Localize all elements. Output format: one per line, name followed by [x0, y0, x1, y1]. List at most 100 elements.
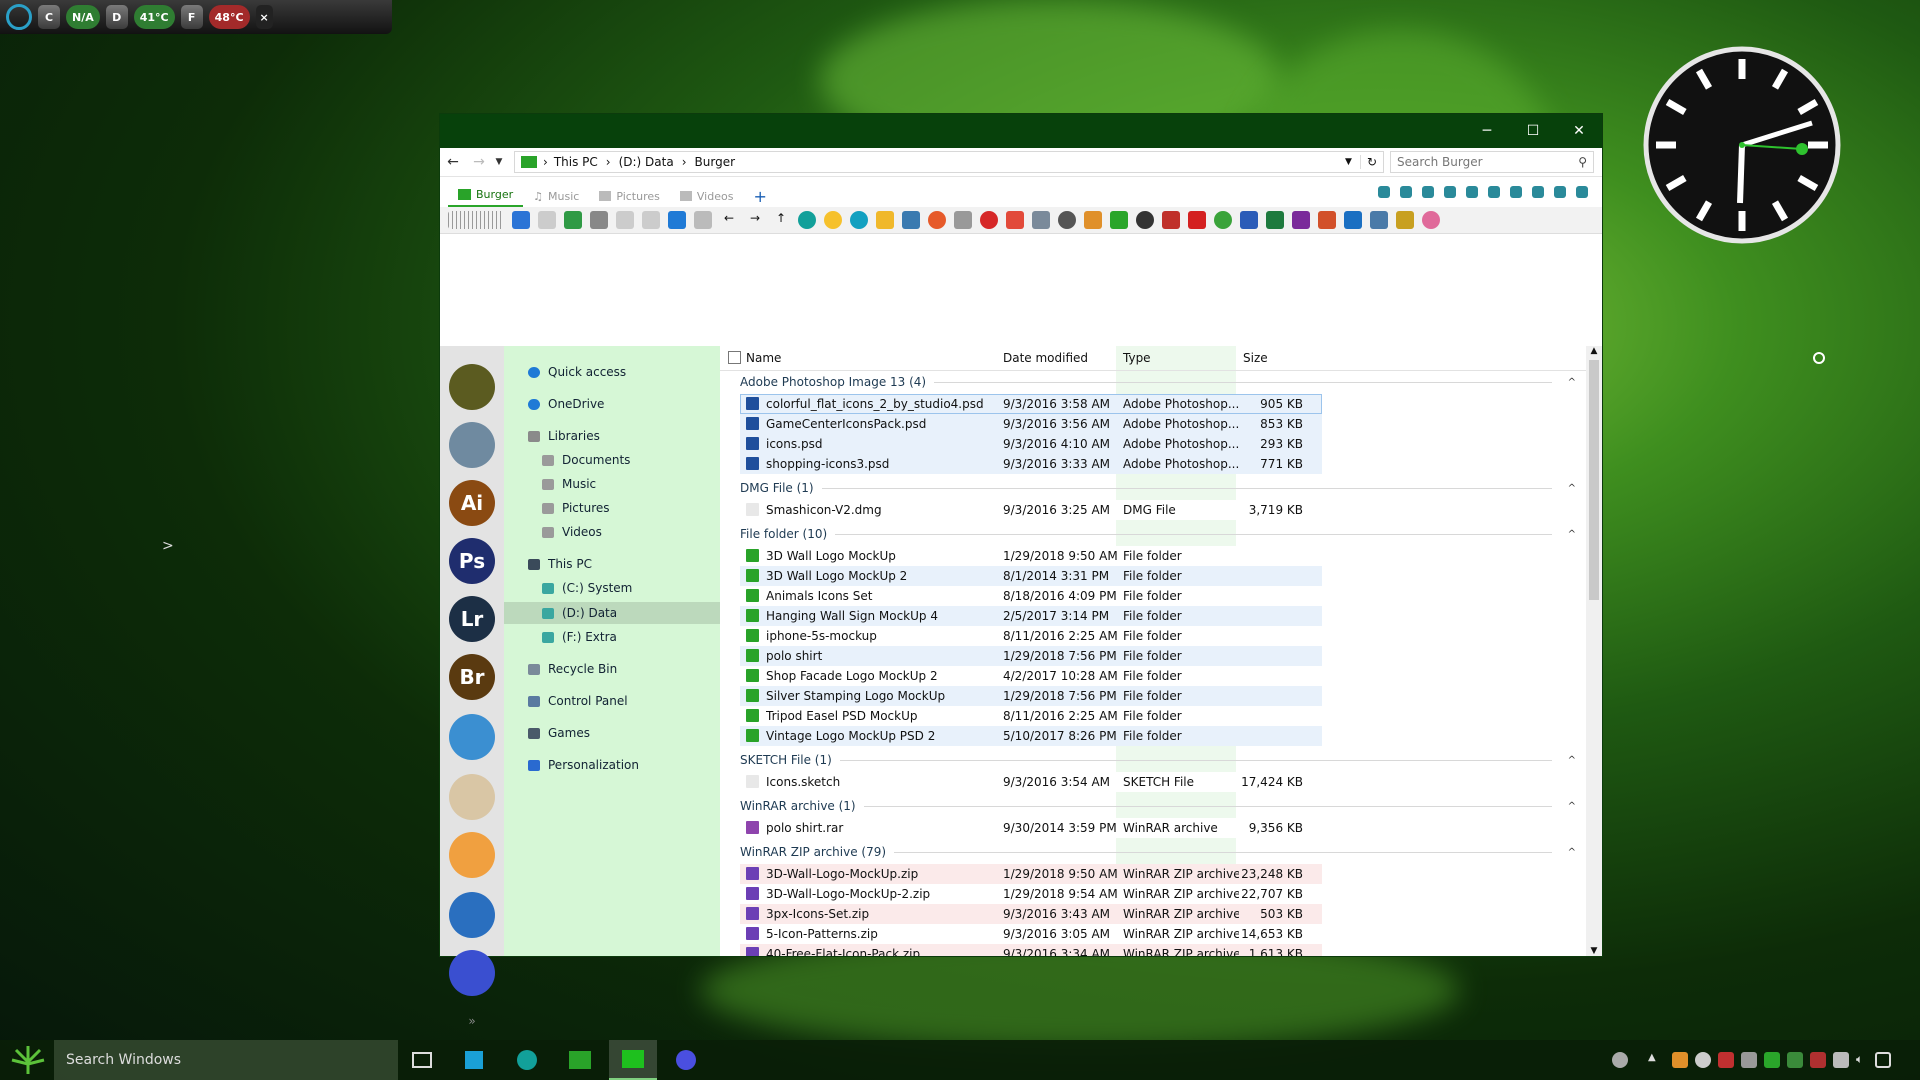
- find-tool-icon[interactable]: [1084, 211, 1102, 229]
- record-tool-icon[interactable]: [1188, 211, 1206, 229]
- sync-icon[interactable]: [798, 211, 816, 229]
- collapse-group-icon[interactable]: ^: [1568, 847, 1576, 858]
- maximize-button[interactable]: ☐: [1510, 114, 1556, 148]
- nav-onedrive[interactable]: OneDrive: [528, 394, 604, 414]
- swirl-app-icon[interactable]: [449, 364, 495, 410]
- clock-tool-icon[interactable]: [1058, 211, 1076, 229]
- search-box[interactable]: Search Burger ⚲: [1390, 151, 1594, 173]
- file-row[interactable]: 3D Wall Logo MockUp 1/29/2018 9:50 AM File…: [740, 546, 1322, 566]
- back-arrow-icon[interactable]: ←: [440, 154, 466, 170]
- gimp-app-icon[interactable]: [449, 832, 495, 878]
- tray-flag-icon[interactable]: [1718, 1052, 1734, 1068]
- tab-tool-icon[interactable]: [1422, 186, 1434, 198]
- collapse-group-icon[interactable]: ^: [1568, 483, 1576, 494]
- tab-music[interactable]: ♫ Music: [523, 185, 589, 207]
- file-row[interactable]: Hanging Wall Sign MockUp 4 2/5/2017 3:14 …: [740, 606, 1322, 626]
- share-icon[interactable]: [668, 211, 686, 229]
- nav-recycle-bin[interactable]: Recycle Bin: [528, 659, 617, 679]
- filter-icon[interactable]: [902, 211, 920, 229]
- column-date-modified[interactable]: Date modified: [1003, 351, 1088, 365]
- file-row[interactable]: shopping-icons3.psd 9/3/2016 3:33 AM Adobe…: [740, 454, 1322, 474]
- file-row[interactable]: Smashicon-V2.dmg 9/3/2016 3:25 AM DMG File…: [740, 500, 1322, 520]
- firefox-icon[interactable]: [449, 950, 495, 996]
- file-row[interactable]: polo shirt 1/29/2018 7:56 PM File folder: [740, 646, 1322, 666]
- tab-tool-icon[interactable]: [1400, 186, 1412, 198]
- powerpoint-icon[interactable]: [1318, 211, 1336, 229]
- smiley-icon[interactable]: [824, 211, 842, 229]
- onedrive-tray-icon[interactable]: [1695, 1052, 1711, 1068]
- disc-tool-icon[interactable]: [1136, 211, 1154, 229]
- file-row[interactable]: Tripod Easel PSD MockUp 8/11/2016 2:25 AM…: [740, 706, 1322, 726]
- nav-videos[interactable]: Videos: [542, 522, 602, 542]
- group-header[interactable]: DMG File (1) ^: [740, 478, 1576, 498]
- file-row[interactable]: Shop Facade Logo MockUp 2 4/2/2017 10:28 …: [740, 666, 1322, 686]
- excel-icon[interactable]: [1266, 211, 1284, 229]
- tab-videos[interactable]: Videos: [670, 185, 744, 207]
- nav-c-drive[interactable]: (C:) System: [542, 578, 632, 598]
- taskbar-app-firefox[interactable]: [662, 1040, 710, 1080]
- title-bar[interactable]: ─ ☐ ✕: [440, 114, 1602, 148]
- tab-tool-icon[interactable]: [1510, 186, 1522, 198]
- file-row[interactable]: GameCenterIconsPack.psd 9/3/2016 3:56 AM A…: [740, 414, 1322, 434]
- search-toolbar-icon[interactable]: [850, 211, 868, 229]
- sunflower-app-icon[interactable]: [449, 714, 495, 760]
- refresh-tool-icon[interactable]: [1110, 211, 1128, 229]
- bird-app-icon[interactable]: [449, 774, 495, 820]
- taskbar-app-sync[interactable]: [503, 1040, 551, 1080]
- file-row[interactable]: 3D-Wall-Logo-MockUp.zip 1/29/2018 9:50 AM…: [740, 864, 1322, 884]
- forward-arrow-icon[interactable]: →: [466, 154, 492, 170]
- breadcrumb-d-data[interactable]: (D:) Data: [619, 155, 674, 169]
- nav-d-drive[interactable]: (D:) Data: [542, 603, 617, 623]
- nav-this-pc[interactable]: This PC: [528, 554, 592, 574]
- collapse-group-icon[interactable]: ^: [1568, 377, 1576, 388]
- group-header[interactable]: SKETCH File (1) ^: [740, 750, 1576, 770]
- tray-search-icon[interactable]: [1672, 1052, 1688, 1068]
- file-row[interactable]: 3D Wall Logo MockUp 2 8/1/2014 3:31 PM Fil…: [740, 566, 1322, 586]
- lightroom-icon[interactable]: Lr: [449, 596, 495, 642]
- settings-gear-icon[interactable]: [1214, 211, 1232, 229]
- file-row[interactable]: 5-Icon-Patterns.zip 9/3/2016 3:05 AM WinRA…: [740, 924, 1322, 944]
- taskbar-search-box[interactable]: Search Windows: [54, 1040, 398, 1080]
- nav-control-panel[interactable]: Control Panel: [528, 691, 628, 711]
- favorite-heart-icon[interactable]: [980, 211, 998, 229]
- view-icons-icon[interactable]: [590, 211, 608, 229]
- tray-status-icon[interactable]: [1787, 1052, 1803, 1068]
- nav-f-drive[interactable]: (F:) Extra: [542, 627, 617, 647]
- file-row[interactable]: polo shirt.rar 9/30/2014 3:59 PM WinRAR ar…: [740, 818, 1322, 838]
- layout-icon[interactable]: [694, 211, 712, 229]
- minimize-button[interactable]: ─: [1464, 114, 1510, 148]
- view-details-icon[interactable]: [512, 211, 530, 229]
- taskbar-search-input[interactable]: Search Windows: [66, 1052, 181, 1068]
- column-name[interactable]: Name: [746, 351, 781, 365]
- new-tab-button[interactable]: +: [743, 185, 776, 207]
- photoshop-icon[interactable]: Ps: [449, 538, 495, 584]
- refresh-icon[interactable]: ↻: [1359, 155, 1383, 169]
- bridge-icon[interactable]: Br: [449, 654, 495, 700]
- search-input[interactable]: Search Burger: [1397, 155, 1483, 169]
- lock-icon[interactable]: [876, 211, 894, 229]
- collapse-group-icon[interactable]: ^: [1568, 755, 1576, 766]
- taskbar-app-explorer[interactable]: [556, 1040, 604, 1080]
- folder-tool-icon[interactable]: [1032, 211, 1050, 229]
- start-button[interactable]: [8, 1044, 48, 1076]
- file-row[interactable]: icons.psd 9/3/2016 4:10 AM Adobe Photoshop…: [740, 434, 1322, 454]
- tray-check-icon[interactable]: [1764, 1052, 1780, 1068]
- back-toolbar-icon[interactable]: ←: [720, 211, 738, 229]
- drive-d-badge[interactable]: D: [105, 5, 128, 29]
- rail-more-icon[interactable]: »: [440, 1014, 504, 1028]
- breadcrumb-burger[interactable]: Burger: [695, 155, 736, 169]
- illustrator-icon[interactable]: Ai: [449, 480, 495, 526]
- network-icon[interactable]: [1833, 1052, 1849, 1068]
- drive-f-badge[interactable]: F: [180, 5, 203, 29]
- nav-games[interactable]: Games: [528, 723, 590, 743]
- tab-tool-icon[interactable]: [1576, 186, 1588, 198]
- file-row[interactable]: iphone-5s-mockup 8/11/2016 2:25 AM File fo…: [740, 626, 1322, 646]
- signature-tool-icon[interactable]: [1162, 211, 1180, 229]
- task-view-button[interactable]: [398, 1040, 446, 1080]
- view-list-icon[interactable]: [538, 211, 556, 229]
- nav-personalization[interactable]: Personalization: [528, 755, 639, 775]
- nav-quick-access[interactable]: Quick access: [528, 362, 626, 382]
- person-app-icon[interactable]: [449, 422, 495, 468]
- group-header[interactable]: WinRAR archive (1) ^: [740, 796, 1576, 816]
- window-tool-icon[interactable]: [1370, 211, 1388, 229]
